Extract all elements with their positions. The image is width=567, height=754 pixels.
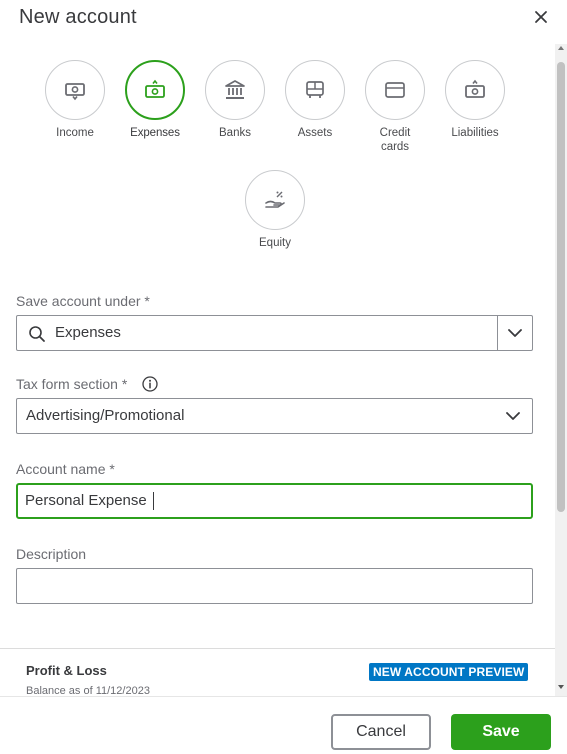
description-input[interactable] [16,568,533,604]
account-name-input[interactable]: Personal Expense [16,483,533,519]
income-icon [65,83,85,101]
save-under-label: Save account under * [16,293,150,309]
chevron-down-icon [506,412,520,420]
account-type-label: Income [56,127,94,139]
scrollbar-thumb[interactable] [557,62,565,512]
account-type-label: Assets [297,127,333,139]
assets-icon [306,81,324,98]
liabilities-icon [465,79,485,98]
scroll-up-arrow[interactable] [558,46,564,50]
account-type-label: Credit cards [379,127,411,153]
new-account-preview-badge: NEW ACCOUNT PREVIEW [369,663,529,681]
close-icon [535,11,547,23]
close-button[interactable] [530,6,552,28]
tax-form-value: Advertising/Promotional [26,407,185,424]
save-button[interactable]: Save [451,714,551,750]
equity-icon [265,191,285,208]
account-type-circle [45,60,105,120]
account-type-circle [365,60,425,120]
search-icon [29,326,45,342]
text-cursor [153,492,154,510]
account-type-banks[interactable]: Banks [195,60,275,140]
account-type-credit-cards[interactable]: Credit cards [355,60,435,154]
credit-card-icon [385,82,405,98]
preview-title: Profit & Loss [26,663,107,678]
cancel-button[interactable]: Cancel [331,714,431,750]
account-type-label: Equity [259,237,291,249]
dialog-title: New account [19,6,137,28]
account-type-circle [245,170,305,230]
save-under-combobox[interactable]: Expenses [16,315,533,351]
dialog-footer: Cancel Save [0,696,567,754]
tax-form-label: Tax form section * [16,376,128,392]
chevron-down-icon [508,329,522,337]
info-icon [142,376,158,392]
description-label: Description [16,546,87,562]
account-type-circle [125,60,185,120]
account-type-equity[interactable]: Equity [235,170,315,250]
account-name-value: Personal Expense [25,492,147,509]
account-type-circle [285,60,345,120]
dialog-header: New account [0,0,567,40]
account-type-circle [205,60,265,120]
account-type-liabilities[interactable]: Liabilities [435,60,515,140]
account-type-label: Expenses [130,127,180,139]
tax-form-info-button[interactable] [142,376,158,392]
expenses-icon [145,79,165,98]
tax-form-select[interactable]: Advertising/Promotional [16,398,533,434]
account-name-label: Account name * [16,461,115,477]
section-divider [0,648,555,649]
account-type-assets[interactable]: Assets [275,60,355,140]
save-under-value: Expenses [55,324,121,341]
bank-icon [225,80,245,99]
scroll-down-arrow[interactable] [558,685,564,689]
account-type-circle [445,60,505,120]
account-type-label: Liabilities [451,127,499,139]
save-under-dropdown-toggle[interactable] [497,316,532,350]
account-type-expenses[interactable]: Expenses [115,60,195,140]
scrollbar[interactable] [555,44,567,696]
account-type-label: Banks [219,127,251,139]
account-type-income[interactable]: Income [35,60,115,140]
